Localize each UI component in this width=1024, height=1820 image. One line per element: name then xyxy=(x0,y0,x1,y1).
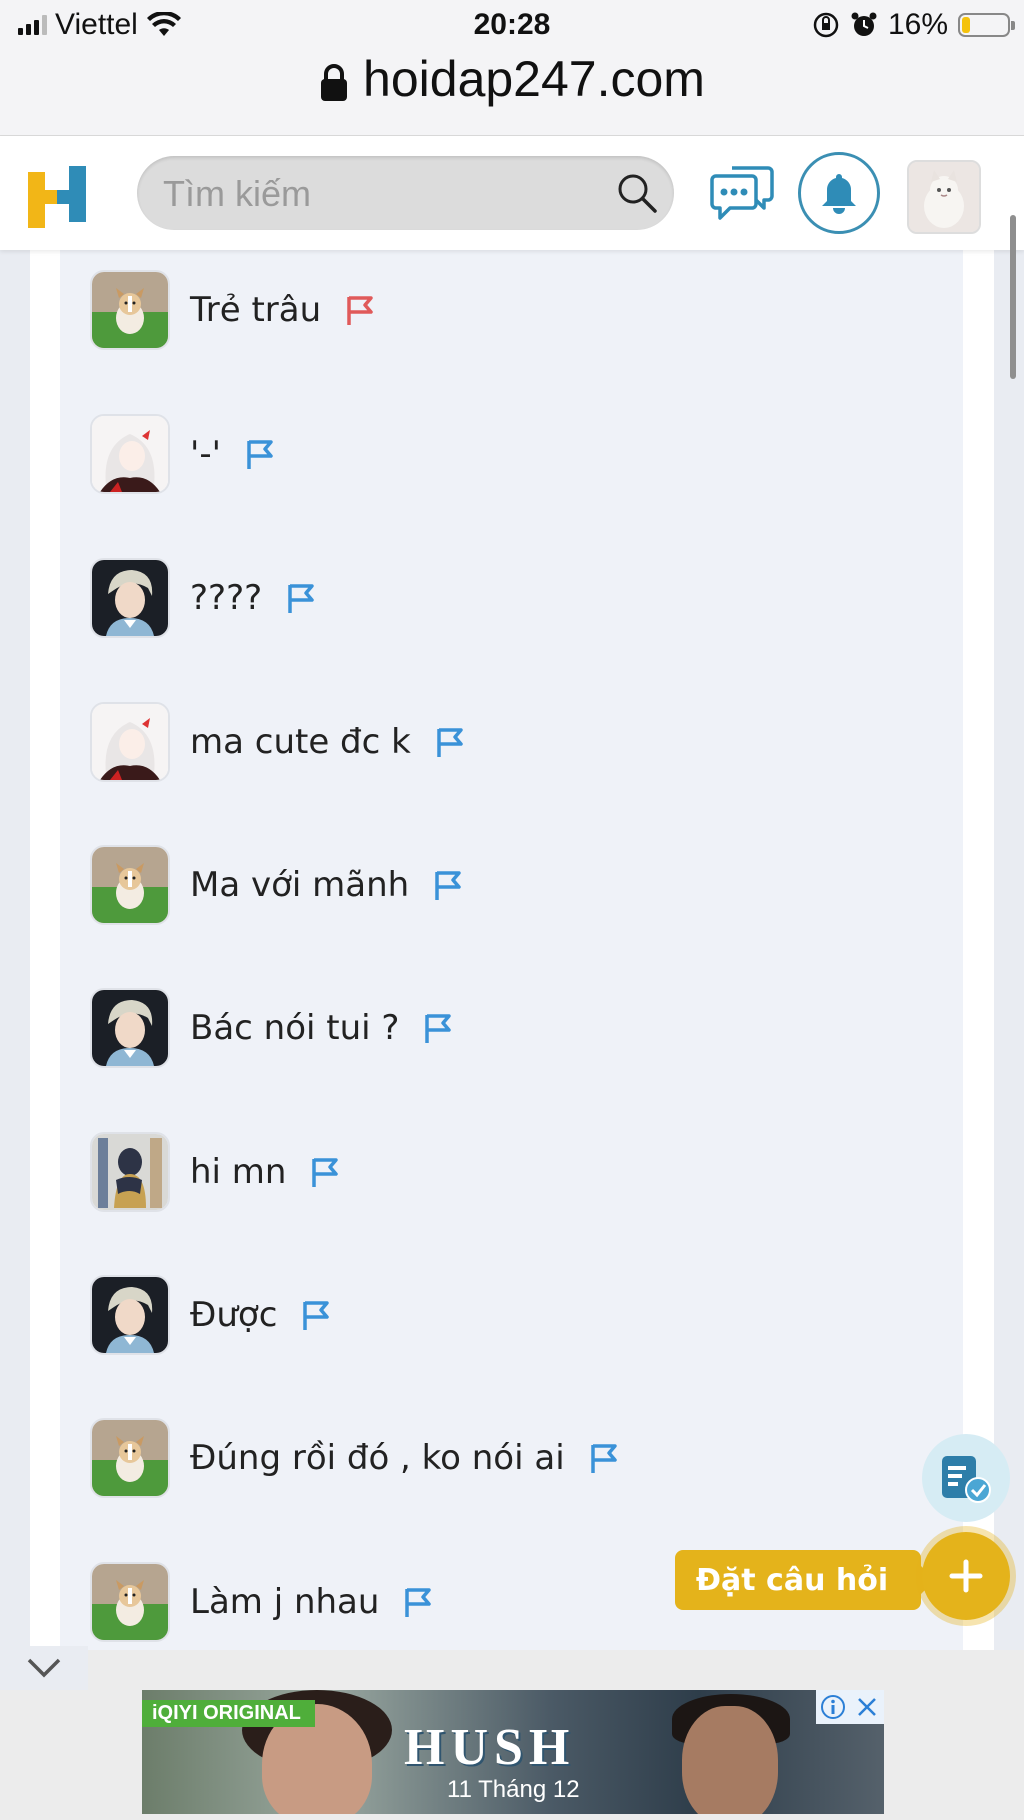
report-flag-icon[interactable] xyxy=(403,1585,433,1619)
collapse-ad-button[interactable] xyxy=(0,1646,88,1690)
bell-icon xyxy=(822,174,856,214)
battery-icon xyxy=(958,13,1015,37)
comment-text: ma cute đc k xyxy=(190,722,411,762)
search-bar[interactable] xyxy=(137,156,674,232)
ad-image-man-face xyxy=(682,1706,778,1814)
site-logo[interactable] xyxy=(28,166,86,228)
commenter-avatar[interactable] xyxy=(90,558,170,638)
comment-text: '-' xyxy=(190,434,221,474)
chevron-down-icon xyxy=(27,1658,61,1678)
status-right: 16% xyxy=(812,8,1015,42)
page-scrollbar[interactable] xyxy=(1010,215,1016,379)
commenter-avatar[interactable] xyxy=(90,845,170,925)
url-display[interactable]: hoidap247.com xyxy=(0,50,1024,108)
comment-item: Được xyxy=(90,1273,331,1357)
comment-text: ???? xyxy=(190,578,263,618)
comment-text: Làm j nhau xyxy=(190,1582,380,1622)
comment-text: Được xyxy=(190,1295,278,1335)
ask-question-button[interactable] xyxy=(922,1532,1010,1620)
comment-item: hi mn xyxy=(90,1130,340,1214)
comment-item: Bác nói tui ? xyxy=(90,986,453,1070)
comment-item: Trẻ trâu xyxy=(90,268,375,352)
commenter-avatar[interactable] xyxy=(90,1132,170,1212)
commenter-avatar[interactable] xyxy=(90,702,170,782)
comment-item: Ma với mãnh xyxy=(90,843,463,927)
ad-badge: iQIYI ORIGINAL xyxy=(142,1700,315,1727)
lock-icon xyxy=(321,63,348,101)
ad-info-icon[interactable] xyxy=(816,1690,850,1724)
commenter-avatar[interactable] xyxy=(90,270,170,350)
comment-item: ???? xyxy=(90,556,316,640)
plus-icon xyxy=(949,1559,983,1593)
comment-text: Đúng rồi đó , ko nói ai xyxy=(190,1438,565,1478)
commenter-avatar[interactable] xyxy=(90,1562,170,1642)
report-flag-icon[interactable] xyxy=(589,1441,619,1475)
comment-text: Ma với mãnh xyxy=(190,865,410,905)
comment-item: ma cute đc k xyxy=(90,700,465,784)
commenter-avatar[interactable] xyxy=(90,988,170,1068)
answered-questions-button[interactable] xyxy=(922,1434,1010,1522)
alarm-icon xyxy=(851,12,877,36)
ad-close-icon[interactable] xyxy=(850,1690,884,1724)
commenter-avatar[interactable] xyxy=(90,1275,170,1355)
ask-question-label[interactable]: Đặt câu hỏi xyxy=(675,1550,935,1610)
comment-item: Đúng rồi đó , ko nói ai xyxy=(90,1416,619,1500)
comment-text: Bác nói tui ? xyxy=(190,1008,400,1048)
ad-date: 11 Tháng 12 xyxy=(447,1776,580,1803)
commenter-avatar[interactable] xyxy=(90,1418,170,1498)
search-input[interactable] xyxy=(161,156,585,232)
notification-button[interactable] xyxy=(798,152,880,234)
ask-question-text: Đặt câu hỏi xyxy=(695,1562,889,1598)
user-avatar[interactable] xyxy=(907,160,981,234)
checklist-icon xyxy=(942,1456,991,1503)
report-flag-icon[interactable] xyxy=(433,868,463,902)
report-flag-icon[interactable] xyxy=(310,1155,340,1189)
report-flag-icon[interactable] xyxy=(286,581,316,615)
report-flag-icon[interactable] xyxy=(345,293,375,327)
comment-item: Làm j nhau xyxy=(90,1560,433,1644)
messages-icon[interactable] xyxy=(710,162,774,222)
report-flag-icon[interactable] xyxy=(423,1011,453,1045)
url-text: hoidap247.com xyxy=(363,51,705,107)
report-flag-icon[interactable] xyxy=(435,725,465,759)
battery-percent: 16% xyxy=(887,8,948,41)
comment-item: '-' xyxy=(90,412,275,496)
comment-text: hi mn xyxy=(190,1152,287,1192)
status-bar: Viettel 20:28 16% xyxy=(0,0,1024,50)
site-header xyxy=(0,136,1024,250)
ad-banner[interactable]: iQIYI ORIGINAL HUSH 11 Tháng 12 xyxy=(142,1690,884,1814)
ad-title: HUSH xyxy=(404,1719,576,1776)
orientation-lock-icon xyxy=(813,12,839,38)
ad-controls xyxy=(816,1690,884,1724)
commenter-avatar[interactable] xyxy=(90,414,170,494)
browser-url-bar[interactable]: hoidap247.com xyxy=(0,50,1024,136)
cat-avatar-image xyxy=(909,162,979,232)
comment-text: Trẻ trâu xyxy=(190,290,322,330)
report-flag-icon[interactable] xyxy=(301,1298,331,1332)
search-icon[interactable] xyxy=(616,172,658,214)
report-flag-icon[interactable] xyxy=(245,437,275,471)
